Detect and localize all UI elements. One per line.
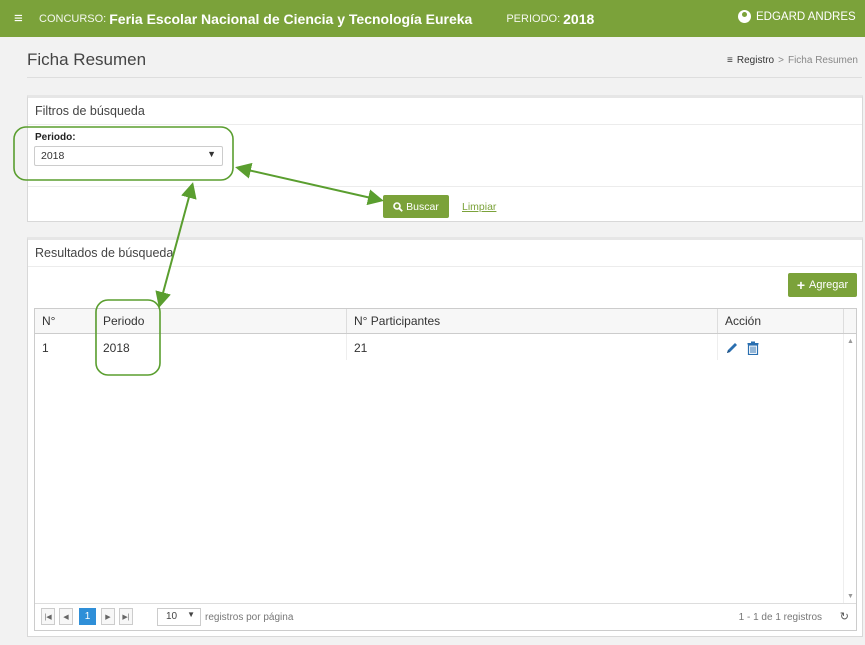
filters-panel: Filtros de búsqueda Periodo: 2018 ▼ Busc… — [27, 95, 863, 222]
periodo-value: 2018 — [563, 10, 595, 27]
clear-link[interactable]: Limpiar — [462, 201, 496, 213]
user-menu[interactable]: EDGARD ANDRES — [738, 10, 856, 23]
cell-periodo: 2018 — [96, 334, 347, 360]
delete-trash-icon[interactable] — [747, 341, 759, 355]
user-circle-icon — [738, 10, 751, 23]
vertical-scrollbar[interactable]: ▲ ▼ — [843, 334, 856, 604]
filters-divider — [28, 186, 862, 187]
results-panel: Resultados de búsqueda + Agregar N° Peri… — [27, 237, 863, 637]
breadcrumb-root[interactable]: Registro — [737, 55, 774, 66]
page-title: Ficha Resumen — [27, 50, 147, 69]
prev-page-icon[interactable]: ◀ — [59, 608, 73, 625]
periodo-select[interactable]: 2018 ▼ — [34, 146, 223, 166]
page-number-current[interactable]: 1 — [79, 608, 96, 625]
last-page-icon[interactable]: ▶| — [119, 608, 133, 625]
periodo-select-value: 2018 — [41, 150, 65, 162]
list-icon: ≡ — [727, 55, 733, 66]
scroll-down-icon[interactable]: ▼ — [847, 593, 854, 600]
page-size-label: registros por página — [205, 612, 294, 623]
search-button[interactable]: Buscar — [383, 195, 449, 218]
cell-accion — [718, 334, 844, 360]
table-row[interactable]: 1 2018 21 — [35, 334, 856, 360]
concurso-name: Feria Escolar Nacional de Ciencia y Tecn… — [109, 10, 473, 27]
column-header-periodo[interactable]: Periodo — [96, 309, 347, 333]
page-size-value: 10 — [166, 611, 178, 622]
add-button[interactable]: + Agregar — [788, 273, 857, 297]
filters-title: Filtros de búsqueda — [28, 98, 862, 125]
search-button-label: Buscar — [406, 200, 439, 213]
concurso-label: CONCURSO: — [39, 12, 107, 25]
next-page-icon[interactable]: ▶ — [101, 608, 115, 625]
caret-down-icon: ▼ — [187, 610, 195, 619]
column-header-accion: Acción — [718, 309, 844, 333]
cell-participantes: 21 — [347, 334, 718, 360]
add-button-label: Agregar — [809, 279, 849, 291]
periodo-field-label: Periodo: — [35, 132, 76, 143]
first-page-icon[interactable]: |◀ — [41, 608, 55, 625]
results-grid: N° Periodo N° Participantes Acción 1 201… — [34, 308, 857, 631]
hamburger-icon[interactable]: ≡ — [14, 10, 28, 27]
periodo-label: PERIODO: — [506, 12, 561, 25]
breadcrumb-current: Ficha Resumen — [787, 55, 858, 66]
user-name: EDGARD ANDRES — [756, 10, 856, 23]
page-size-select[interactable]: 10 ▼ — [157, 608, 201, 626]
scroll-up-icon[interactable]: ▲ — [847, 338, 854, 345]
title-divider — [27, 77, 862, 78]
caret-down-icon: ▼ — [207, 149, 216, 159]
column-header-n[interactable]: N° — [35, 309, 96, 333]
top-bar: ≡ CONCURSO: Feria Escolar Nacional de Ci… — [0, 0, 865, 37]
column-header-participantes[interactable]: N° Participantes — [347, 309, 718, 333]
breadcrumb-separator: > — [778, 55, 784, 66]
edit-pencil-icon[interactable] — [725, 341, 739, 355]
plus-icon: + — [796, 277, 806, 293]
cell-n: 1 — [35, 334, 96, 360]
pager-info: 1 - 1 de 1 registros — [738, 612, 822, 623]
search-icon — [393, 201, 403, 212]
grid-header: N° Periodo N° Participantes Acción — [35, 309, 856, 334]
refresh-icon[interactable]: ↻ — [840, 610, 849, 623]
pager: |◀ ◀ 1 ▶ ▶| 10 ▼ registros por página 1 … — [35, 603, 856, 630]
results-title: Resultados de búsqueda — [28, 240, 862, 267]
breadcrumb: ≡ Registro > Ficha Resumen — [727, 55, 858, 66]
